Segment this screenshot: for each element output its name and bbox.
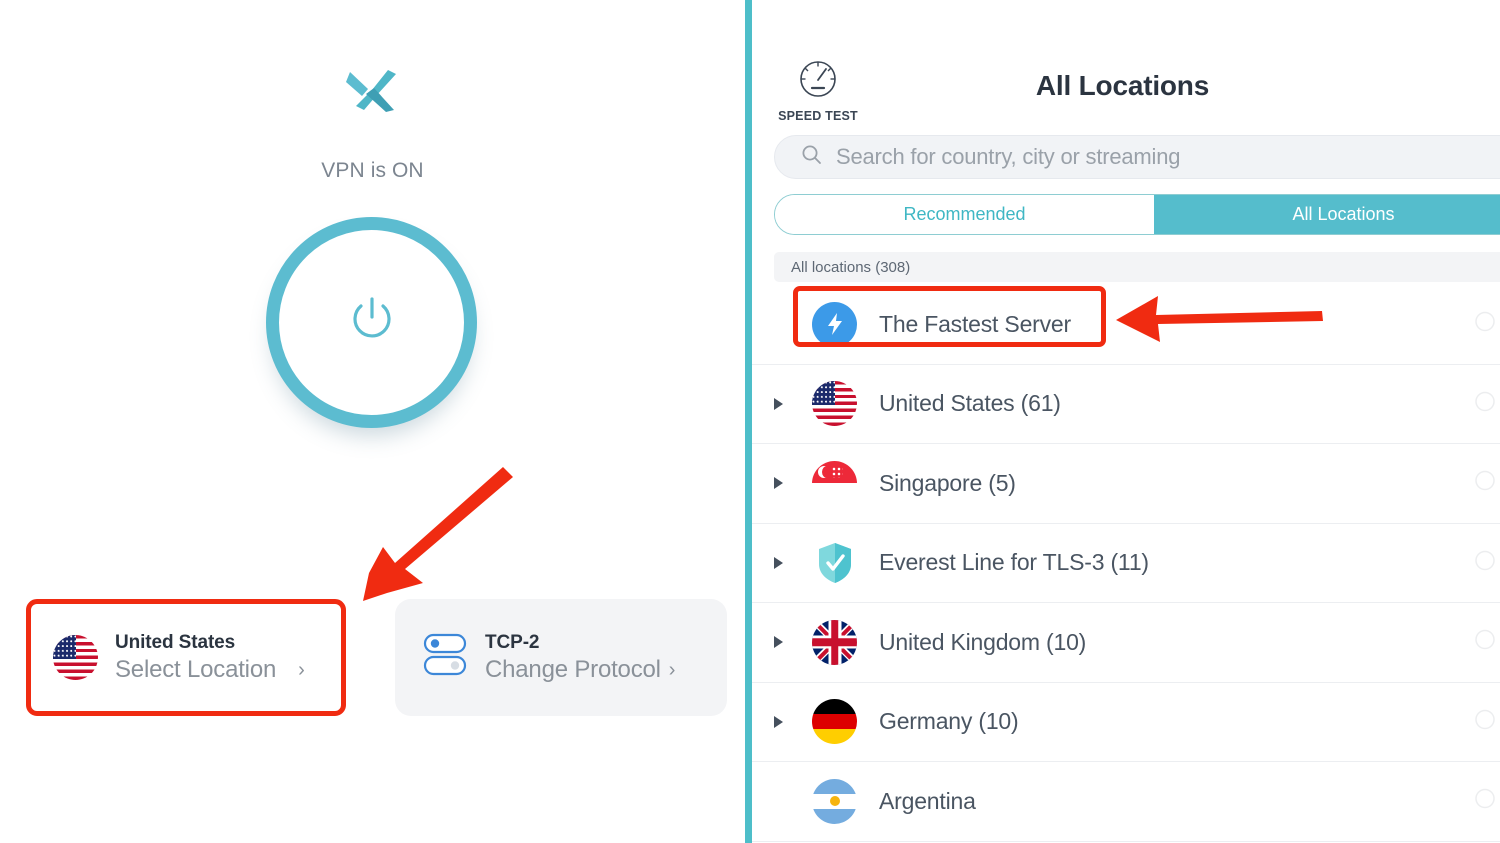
locations-panel: SPEED TEST All Locations Search for coun… (745, 0, 1500, 843)
power-icon (349, 295, 395, 350)
flag-argentina-icon (812, 778, 857, 824)
flag-germany-icon (812, 699, 857, 745)
list-item[interactable]: United States (61) (745, 364, 1500, 444)
search-placeholder: Search for country, city or streaming (836, 144, 1181, 169)
list-item-label: Singapore (5) (879, 469, 1016, 496)
list-item[interactable]: Germany (10) (745, 682, 1500, 762)
list-item[interactable]: Everest Line for TLS-3 (11) (745, 523, 1500, 603)
panel-divider (745, 0, 752, 843)
row-trailing-icon[interactable] (1474, 629, 1496, 656)
tab-recommended[interactable]: Recommended (775, 195, 1154, 234)
vpn-app-window: VPN is ON United States Select Location … (0, 0, 1500, 843)
search-icon (801, 144, 822, 170)
list-item-label: Germany (10) (879, 708, 1019, 735)
protocol-card-title: TCP-2 (485, 631, 540, 653)
select-location-card[interactable]: United States Select Location › (26, 599, 346, 716)
location-card-subtitle: Select Location (115, 655, 277, 683)
vpn-status-text: VPN is ON (321, 159, 424, 182)
lightning-bolt-icon (812, 301, 857, 347)
expander-triangle-icon[interactable] (774, 636, 796, 649)
expander-triangle-icon[interactable] (774, 477, 796, 490)
flag-singapore-icon (812, 460, 857, 506)
row-trailing-icon[interactable] (1474, 390, 1496, 417)
flag-united-states-icon (812, 381, 857, 427)
list-item-label: Argentina (879, 787, 976, 814)
x-logo-icon (342, 62, 404, 127)
flag-united-kingdom-icon (812, 619, 857, 665)
row-trailing-icon[interactable] (1474, 788, 1496, 815)
app-logo (0, 62, 745, 127)
list-item-label: Everest Line for TLS-3 (11) (879, 549, 1149, 576)
tab-all-locations[interactable]: All Locations (1154, 195, 1500, 234)
location-tabs: Recommended All Locations (774, 194, 1500, 235)
flag-united-states-icon (53, 635, 98, 680)
power-button[interactable] (266, 217, 477, 428)
list-item-label: The Fastest Server (879, 310, 1071, 337)
section-header-all-locations: All locations (308) (774, 252, 1500, 282)
search-input[interactable]: Search for country, city or streaming (774, 135, 1500, 179)
expander-triangle-icon[interactable] (774, 397, 796, 410)
expander-triangle-icon[interactable] (774, 556, 796, 569)
annotation-arrow-to-location-card (345, 465, 530, 620)
list-item[interactable]: United Kingdom (10) (745, 603, 1500, 683)
list-item-label: United States (61) (879, 390, 1061, 417)
list-item-label: United Kingdom (10) (879, 628, 1087, 655)
speed-test-label: SPEED TEST (778, 109, 858, 123)
left-panel: VPN is ON United States Select Location … (0, 0, 745, 843)
list-item[interactable]: The Fastest Server (745, 285, 1500, 365)
protocol-card-subtitle: Change Protocol (485, 655, 661, 683)
shield-check-icon (812, 540, 857, 585)
change-protocol-card[interactable]: TCP-2 Change Protocol › (395, 599, 727, 716)
expander-triangle-icon[interactable] (774, 715, 796, 728)
row-trailing-icon[interactable] (1474, 549, 1496, 576)
row-trailing-icon[interactable] (1474, 311, 1496, 338)
protocol-toggles-icon (422, 631, 468, 684)
row-trailing-icon[interactable] (1474, 708, 1496, 735)
list-item[interactable]: Singapore (5) (745, 444, 1500, 524)
locations-list: The Fastest Server United States (61) Si… (745, 285, 1500, 843)
panel-title: All Locations (1035, 70, 1210, 101)
location-card-title: United States (115, 631, 236, 653)
list-item[interactable]: Argentina (745, 762, 1500, 842)
chevron-right-icon: › (668, 658, 676, 681)
row-trailing-icon[interactable] (1474, 470, 1496, 497)
chevron-right-icon: › (298, 658, 305, 681)
